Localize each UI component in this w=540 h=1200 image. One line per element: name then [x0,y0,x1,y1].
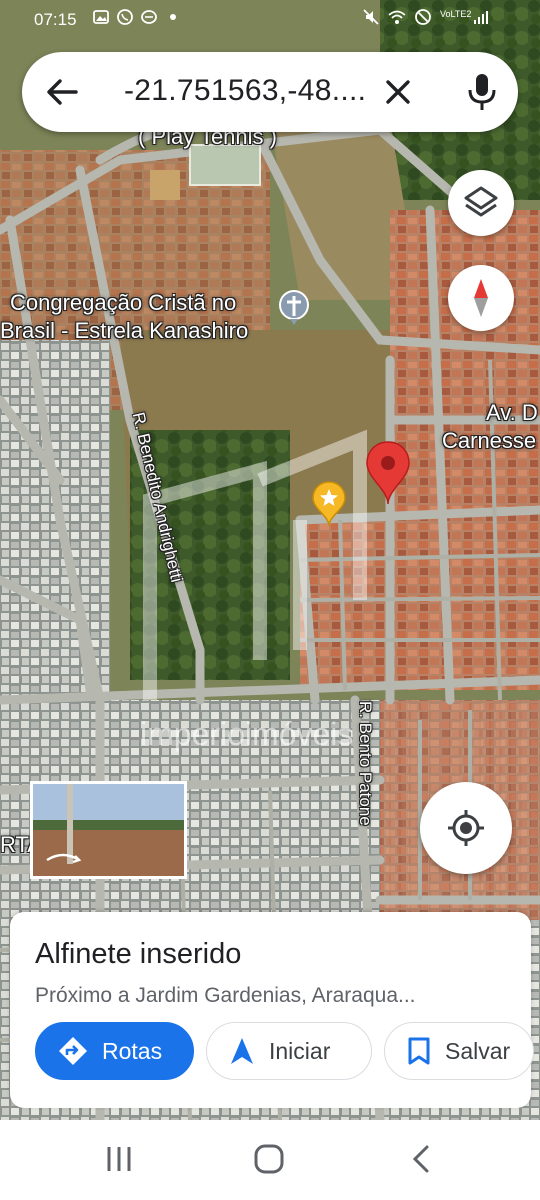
system-nav-bar [0,1120,540,1200]
layers-icon [464,186,498,217]
my-location-icon [448,810,484,846]
dot-icon [170,14,176,20]
microphone-icon[interactable] [462,70,502,114]
back-nav-icon[interactable] [408,1144,434,1174]
place-label-church-line1[interactable]: Congregação Cristã no [10,290,236,316]
directions-icon [59,1037,87,1065]
street-label-bento: R. Bento Patone [356,701,375,826]
save-label: Salvar [445,1037,511,1064]
compass-icon [474,279,488,317]
search-input[interactable]: -21.751563,-48.... [124,74,366,108]
place-title: Alfinete inserido [35,938,242,970]
status-time: 07:15 [34,10,77,29]
mute-icon [363,9,379,25]
watermark: imperioimóveis [140,716,354,752]
whatsapp-icon [117,9,133,25]
app-notification-icon [141,10,157,24]
wifi-icon [388,10,406,24]
dnd-icon [415,9,431,25]
recent-apps-icon[interactable] [104,1145,134,1173]
place-card[interactable]: Alfinete inserido Próximo a Jardim Garde… [10,912,534,1108]
street-label-avenue-line2: Carnesse [442,428,537,453]
save-button[interactable]: Salvar [384,1022,534,1080]
layers-button[interactable] [448,170,514,236]
my-location-button[interactable] [420,782,512,874]
street-label-avenue-line1: Av. D [486,400,538,425]
place-label-church-line2[interactable]: Brasil - Estrela Kanashiro [0,318,248,344]
volte-icon: VoLTE2 [440,9,472,19]
dropped-pin-icon[interactable] [364,440,412,506]
navigation-arrow-icon [231,1038,253,1064]
home-icon[interactable] [252,1142,286,1176]
signal-icon [474,11,488,24]
street-view-thumbnail[interactable] [30,781,187,879]
directions-button[interactable]: Rotas [35,1022,194,1080]
directions-label: Rotas [102,1037,163,1064]
status-right-icons: VoLTE2 [362,8,490,26]
place-subtitle: Próximo a Jardim Gardenias, Araraqua... [35,984,416,1007]
bookmark-icon [408,1037,430,1065]
image-icon [93,10,109,24]
status-bar: 07:15 VoLTE2 [0,0,540,40]
close-icon[interactable] [378,72,418,112]
start-label: Iniciar [269,1037,331,1064]
street-view-image [33,784,184,876]
search-bar[interactable]: -21.751563,-48.... [22,52,518,132]
saved-star-marker-icon[interactable] [310,480,348,528]
church-marker-icon[interactable] [276,289,312,325]
status-left-icons [92,8,182,26]
compass-button[interactable] [448,265,514,331]
start-navigation-button[interactable]: Iniciar [206,1022,372,1080]
back-arrow-icon[interactable] [42,72,82,112]
